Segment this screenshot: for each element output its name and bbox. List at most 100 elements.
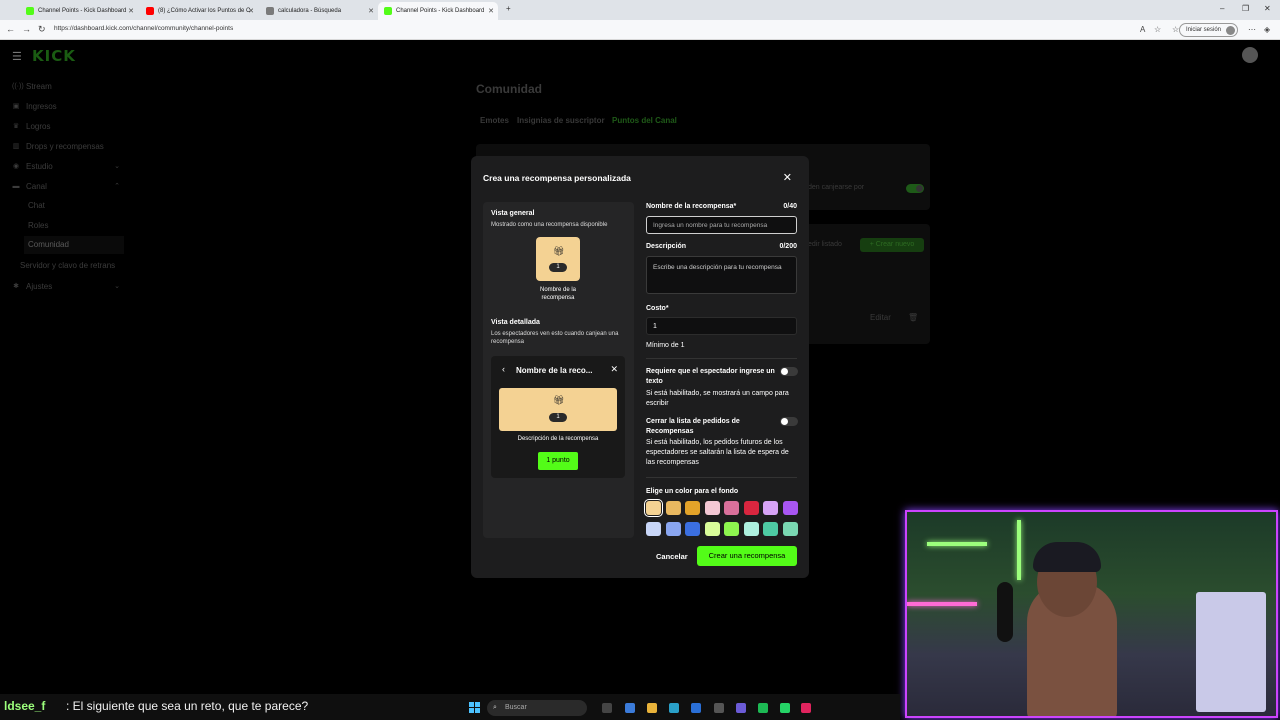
more-icon[interactable]: ⋯ xyxy=(1248,25,1256,34)
refresh-icon[interactable]: ↻ xyxy=(38,24,46,35)
color-swatch[interactable] xyxy=(665,501,681,515)
color-swatch[interactable] xyxy=(665,522,681,536)
reward-description-input[interactable]: Escribe una descripción para tu recompen… xyxy=(646,256,797,294)
whatsapp-icon[interactable] xyxy=(780,703,790,713)
tab-insignias[interactable]: Insignias de suscriptor xyxy=(517,116,605,125)
cost-pill: 1 xyxy=(549,263,567,272)
reward-form: Nombre de la recompensa* 0/40 Ingresa un… xyxy=(644,156,798,578)
background-text-2: edir listado xyxy=(808,241,842,248)
background-toggle[interactable] xyxy=(906,184,924,193)
browser-tab-3[interactable]: calculadora - Búsqueda ✕ xyxy=(260,2,378,20)
url-field[interactable]: https://dashboard.kick.com/channel/commu… xyxy=(54,25,233,32)
tab-puntos[interactable]: Puntos del Canal xyxy=(612,116,677,125)
require-text-toggle[interactable] xyxy=(780,367,798,376)
page-title: Comunidad xyxy=(476,82,542,96)
detail-subtitle: Los espectadores ven esto cuando canjean… xyxy=(491,331,619,345)
close-queue-toggle[interactable] xyxy=(780,417,798,426)
task-view-icon[interactable] xyxy=(602,703,612,713)
color-swatch[interactable] xyxy=(685,522,700,536)
read-aloud-icon[interactable]: A xyxy=(1140,25,1145,34)
sidebar-item-roles[interactable]: Roles xyxy=(28,221,48,230)
app-icon[interactable] xyxy=(714,703,724,713)
close-queue-description: Si está habilitado, los pedidos futuros … xyxy=(646,439,789,466)
close-window-icon[interactable]: ✕ xyxy=(1264,4,1271,13)
color-swatch[interactable] xyxy=(763,522,778,536)
color-swatch[interactable] xyxy=(782,522,798,536)
gift-icon: ▥ xyxy=(12,143,20,150)
color-swatch[interactable] xyxy=(724,522,739,536)
pc-case xyxy=(1196,592,1266,712)
color-swatch[interactable] xyxy=(782,501,798,515)
copilot-icon[interactable]: ◈ xyxy=(1264,25,1270,34)
gift-icon: 🎁︎ xyxy=(553,246,565,256)
tab-emotes[interactable]: Emotes xyxy=(480,116,509,125)
browser-tab-4-active[interactable]: Channel Points - Kick Dashboard ✕ xyxy=(378,2,498,20)
chevron-left-icon: ‹ xyxy=(502,364,505,374)
minimize-icon[interactable]: – xyxy=(1220,4,1224,13)
tiktok-icon[interactable] xyxy=(801,703,811,713)
kick-logo[interactable]: KICK xyxy=(32,47,76,65)
discord-icon[interactable] xyxy=(736,703,746,713)
file-explorer-icon[interactable] xyxy=(647,703,657,713)
copilot-app-icon[interactable] xyxy=(625,703,635,713)
windows-start-icon[interactable] xyxy=(469,702,480,713)
color-swatch[interactable] xyxy=(743,501,759,515)
color-swatch[interactable] xyxy=(646,522,661,536)
new-tab-icon[interactable]: + xyxy=(506,4,511,13)
color-swatch[interactable] xyxy=(704,501,720,515)
color-swatch[interactable] xyxy=(704,522,720,536)
sidebar-item-chat[interactable]: Chat xyxy=(28,201,45,210)
sidebar-item-ajustes[interactable]: ✱ Ajustes ⌄ xyxy=(12,277,124,295)
detail-description: Descripción de la recompensa xyxy=(517,436,599,442)
favorite-icon[interactable]: ☆ xyxy=(1154,25,1161,34)
name-label: Nombre de la recompensa* xyxy=(646,203,737,210)
create-new-button[interactable]: + Crear nuevo xyxy=(860,238,924,252)
edge-icon[interactable] xyxy=(669,703,679,713)
detail-title: Vista detallada xyxy=(491,319,540,326)
color-swatch[interactable] xyxy=(644,499,663,517)
store-icon[interactable] xyxy=(691,703,701,713)
color-swatch[interactable] xyxy=(685,501,700,515)
cancel-button[interactable]: Cancelar xyxy=(656,552,688,561)
trash-icon[interactable]: 🗑 xyxy=(908,313,918,322)
sidebar-item-stream[interactable]: ((·)) Stream xyxy=(12,77,124,95)
sidebar-item-comunidad[interactable]: Comunidad xyxy=(24,236,124,254)
overview-title: Vista general xyxy=(491,210,535,217)
create-reward-button[interactable]: Crear una recompensa xyxy=(697,546,797,566)
back-icon[interactable]: ← xyxy=(6,24,15,34)
sidebar-item-logros[interactable]: ♛ Logros xyxy=(12,117,124,135)
close-tab-icon[interactable]: ✕ xyxy=(128,7,134,15)
sidebar-item-estudio[interactable]: ◉ Estudio ⌄ xyxy=(12,157,124,175)
close-tab-icon[interactable]: ✕ xyxy=(368,7,374,15)
redeem-preview-button: 1 punto xyxy=(538,452,578,470)
color-swatch[interactable] xyxy=(763,501,778,515)
profile-avatar[interactable] xyxy=(1242,47,1258,63)
close-tab-icon[interactable]: ✕ xyxy=(488,7,494,15)
cost-input[interactable]: 1 xyxy=(646,317,797,335)
webcam-overlay xyxy=(905,510,1278,718)
sidebar-item-drops[interactable]: ▥ Drops y recompensas xyxy=(12,137,124,155)
require-text-description: Si está habilitado, se mostrará un campo… xyxy=(646,390,789,407)
sidebar-item-ingresos[interactable]: ▣ Ingresos xyxy=(12,97,124,115)
spotify-icon[interactable] xyxy=(758,703,768,713)
sidebar-item-canal[interactable]: ▬ Canal ⌃ xyxy=(12,177,124,195)
reward-tile: 🎁︎ 1 xyxy=(536,237,580,281)
close-tab-icon[interactable]: ✕ xyxy=(248,7,254,15)
browser-tab-1[interactable]: Channel Points - Kick Dashboard ✕ xyxy=(20,2,138,20)
youtube-favicon-icon xyxy=(146,7,154,15)
cost-hint: Mínimo de 1 xyxy=(646,342,685,349)
reward-name-input[interactable]: Ingresa un nombre para tu recompensa xyxy=(646,216,797,234)
reward-preview-panel: Vista general Mostrado como una recompen… xyxy=(483,202,634,538)
forward-icon[interactable]: → xyxy=(22,24,31,34)
taskbar-search[interactable]: ⌕ Buscar xyxy=(487,700,587,716)
maximize-icon[interactable]: ❐ xyxy=(1242,4,1249,13)
color-swatch[interactable] xyxy=(724,501,739,515)
color-swatch[interactable] xyxy=(743,522,759,536)
sidebar-item-servidor[interactable]: Servidor y clavo de retrans xyxy=(20,261,115,270)
kick-favicon-icon xyxy=(384,7,392,15)
edit-button[interactable]: Editar xyxy=(870,313,891,322)
kick-favicon-icon xyxy=(26,7,34,15)
browser-tab-2[interactable]: (8) ¿Cómo Activar los Puntos de C ✕ xyxy=(140,2,258,20)
menu-icon[interactable]: ☰ xyxy=(12,50,22,63)
signin-button[interactable]: Iniciar sesión xyxy=(1178,23,1238,37)
